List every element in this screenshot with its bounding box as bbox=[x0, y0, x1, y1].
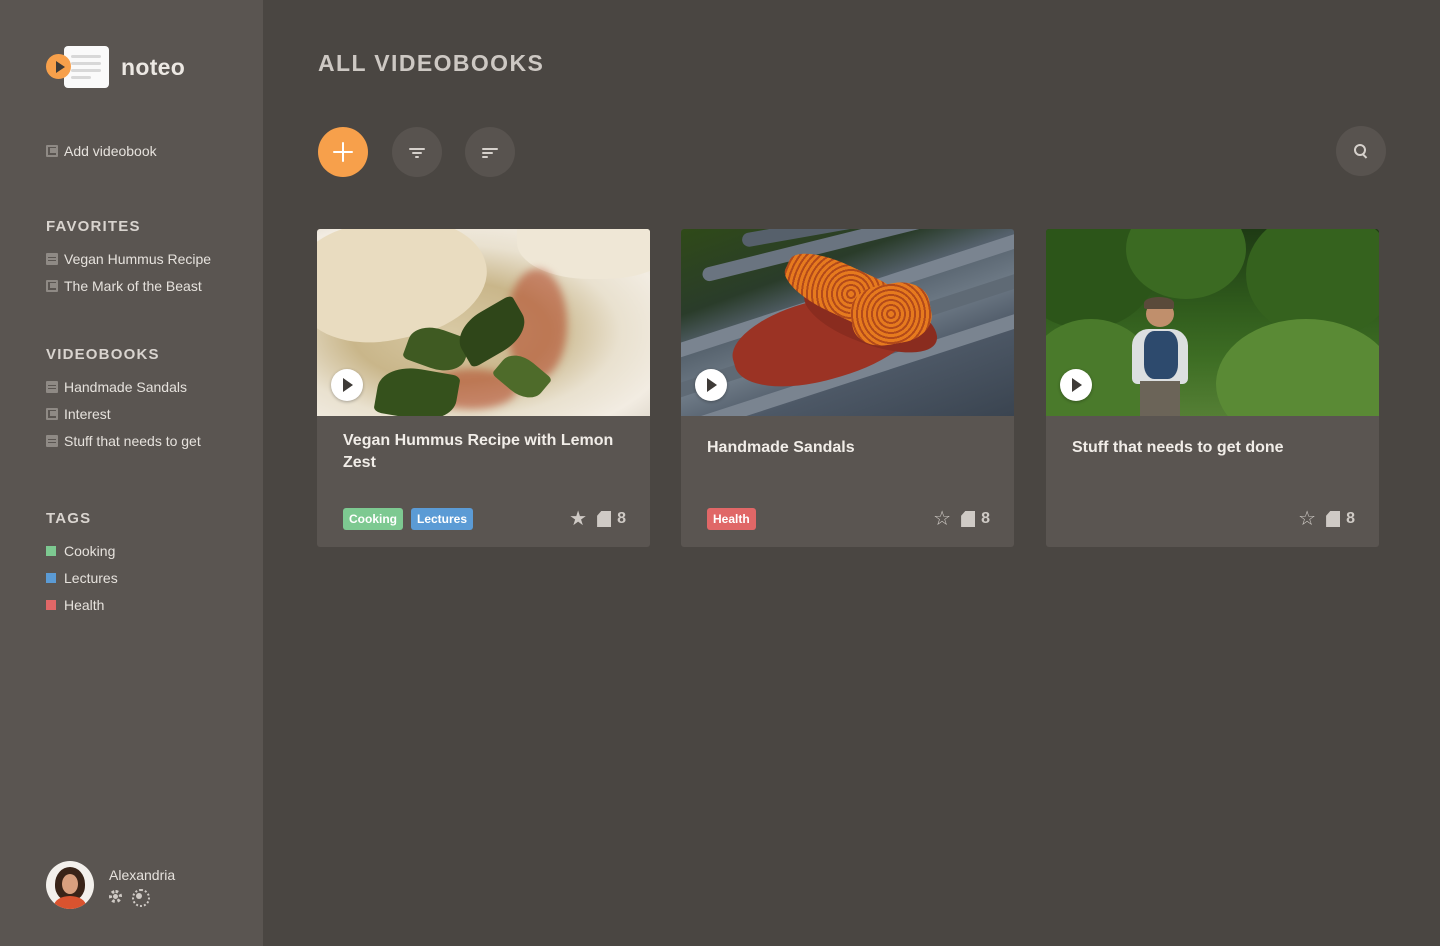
videobook-item-stuff[interactable]: Stuff that needs to get bbox=[46, 433, 201, 449]
videobook-card-sandals[interactable]: Handmade Sandals Health ☆ 8 bbox=[681, 229, 1014, 547]
tag-color-swatch bbox=[46, 600, 56, 610]
card-title: Vegan Hummus Recipe with Lemon Zest bbox=[343, 432, 614, 471]
filter-button[interactable] bbox=[392, 127, 442, 177]
favorite-star-icon[interactable]: ☆ bbox=[1298, 509, 1316, 529]
tag-color-swatch bbox=[46, 546, 56, 556]
pages-icon bbox=[597, 511, 612, 527]
search-button[interactable] bbox=[1336, 126, 1386, 176]
app-logo[interactable]: noteo bbox=[46, 46, 185, 88]
add-videobook-link[interactable]: Add videobook bbox=[46, 143, 157, 159]
videobook-item-interest[interactable]: Interest bbox=[46, 406, 111, 422]
add-collection-icon bbox=[46, 145, 58, 157]
document-icon bbox=[46, 435, 58, 447]
card-thumbnail bbox=[317, 229, 650, 416]
collection-icon bbox=[46, 408, 58, 420]
page-count: 8 bbox=[617, 510, 626, 527]
tag-badge-health[interactable]: Health bbox=[707, 508, 756, 530]
tag-badge-lectures[interactable]: Lectures bbox=[411, 508, 474, 530]
videobook-item-label: Stuff that needs to get bbox=[64, 433, 201, 449]
favorite-star-icon[interactable]: ☆ bbox=[933, 509, 951, 529]
favorite-item-mark-of-the-beast[interactable]: The Mark of the Beast bbox=[46, 278, 202, 294]
favorite-item-label: The Mark of the Beast bbox=[64, 278, 202, 294]
filter-icon bbox=[409, 147, 425, 158]
favorite-item-vegan-hummus[interactable]: Vegan Hummus Recipe bbox=[46, 251, 211, 267]
tag-item-label: Health bbox=[64, 597, 105, 613]
user-name: Alexandria bbox=[109, 867, 176, 883]
card-tags: Health bbox=[707, 508, 756, 530]
document-icon bbox=[46, 253, 58, 265]
pages-icon bbox=[961, 511, 976, 527]
collection-icon bbox=[46, 280, 58, 292]
page-count: 8 bbox=[1346, 510, 1355, 527]
user-profile: Alexandria bbox=[46, 861, 175, 909]
avatar[interactable] bbox=[46, 861, 94, 909]
sort-button[interactable] bbox=[465, 127, 515, 177]
tag-item-health[interactable]: Health bbox=[46, 597, 104, 613]
noteo-logo-icon bbox=[46, 46, 110, 88]
sidebar: noteo Add videobook FAVORITES Vegan Humm… bbox=[0, 0, 263, 946]
card-title: Handmade Sandals bbox=[707, 439, 855, 456]
tag-badge-cooking[interactable]: Cooking bbox=[343, 508, 403, 530]
play-button[interactable] bbox=[695, 369, 727, 401]
videobook-item-handmade-sandals[interactable]: Handmade Sandals bbox=[46, 379, 187, 395]
tag-item-cooking[interactable]: Cooking bbox=[46, 543, 115, 559]
search-icon bbox=[1354, 144, 1368, 158]
favorites-heading: FAVORITES bbox=[46, 218, 141, 235]
favorite-item-label: Vegan Hummus Recipe bbox=[64, 251, 212, 267]
videobook-card-hummus[interactable]: Vegan Hummus Recipe with Lemon Zest Cook… bbox=[317, 229, 650, 547]
page-title: ALL VIDEOBOOKS bbox=[318, 50, 545, 76]
pages-icon bbox=[1326, 511, 1341, 527]
card-title: Stuff that needs to get done bbox=[1072, 439, 1284, 456]
favorite-star-icon[interactable]: ★ bbox=[569, 509, 587, 529]
card-thumbnail bbox=[681, 229, 1014, 416]
plus-icon bbox=[333, 142, 353, 162]
tag-item-lectures[interactable]: Lectures bbox=[46, 570, 118, 586]
tag-color-swatch bbox=[46, 573, 56, 583]
videobook-card-stuff[interactable]: Stuff that needs to get done ☆ 8 bbox=[1046, 229, 1379, 547]
play-button[interactable] bbox=[1060, 369, 1092, 401]
videobooks-heading: VIDEOBOOKS bbox=[46, 346, 160, 363]
videobook-item-label: Handmade Sandals bbox=[64, 379, 187, 395]
theme-sun-icon[interactable] bbox=[132, 889, 150, 907]
page-count: 8 bbox=[981, 510, 990, 527]
tags-heading: TAGS bbox=[46, 510, 92, 527]
add-videobook-label: Add videobook bbox=[64, 143, 157, 159]
videobook-item-label: Interest bbox=[64, 406, 111, 422]
tag-item-label: Cooking bbox=[64, 543, 116, 559]
play-button[interactable] bbox=[331, 369, 363, 401]
add-videobook-button[interactable] bbox=[318, 127, 368, 177]
document-icon bbox=[46, 381, 58, 393]
tag-item-label: Lectures bbox=[64, 570, 118, 586]
app-name: noteo bbox=[121, 53, 186, 80]
sort-icon bbox=[482, 147, 498, 158]
card-tags: Cooking Lectures bbox=[343, 508, 474, 530]
card-thumbnail bbox=[1046, 229, 1379, 416]
settings-gear-icon[interactable] bbox=[109, 889, 122, 903]
